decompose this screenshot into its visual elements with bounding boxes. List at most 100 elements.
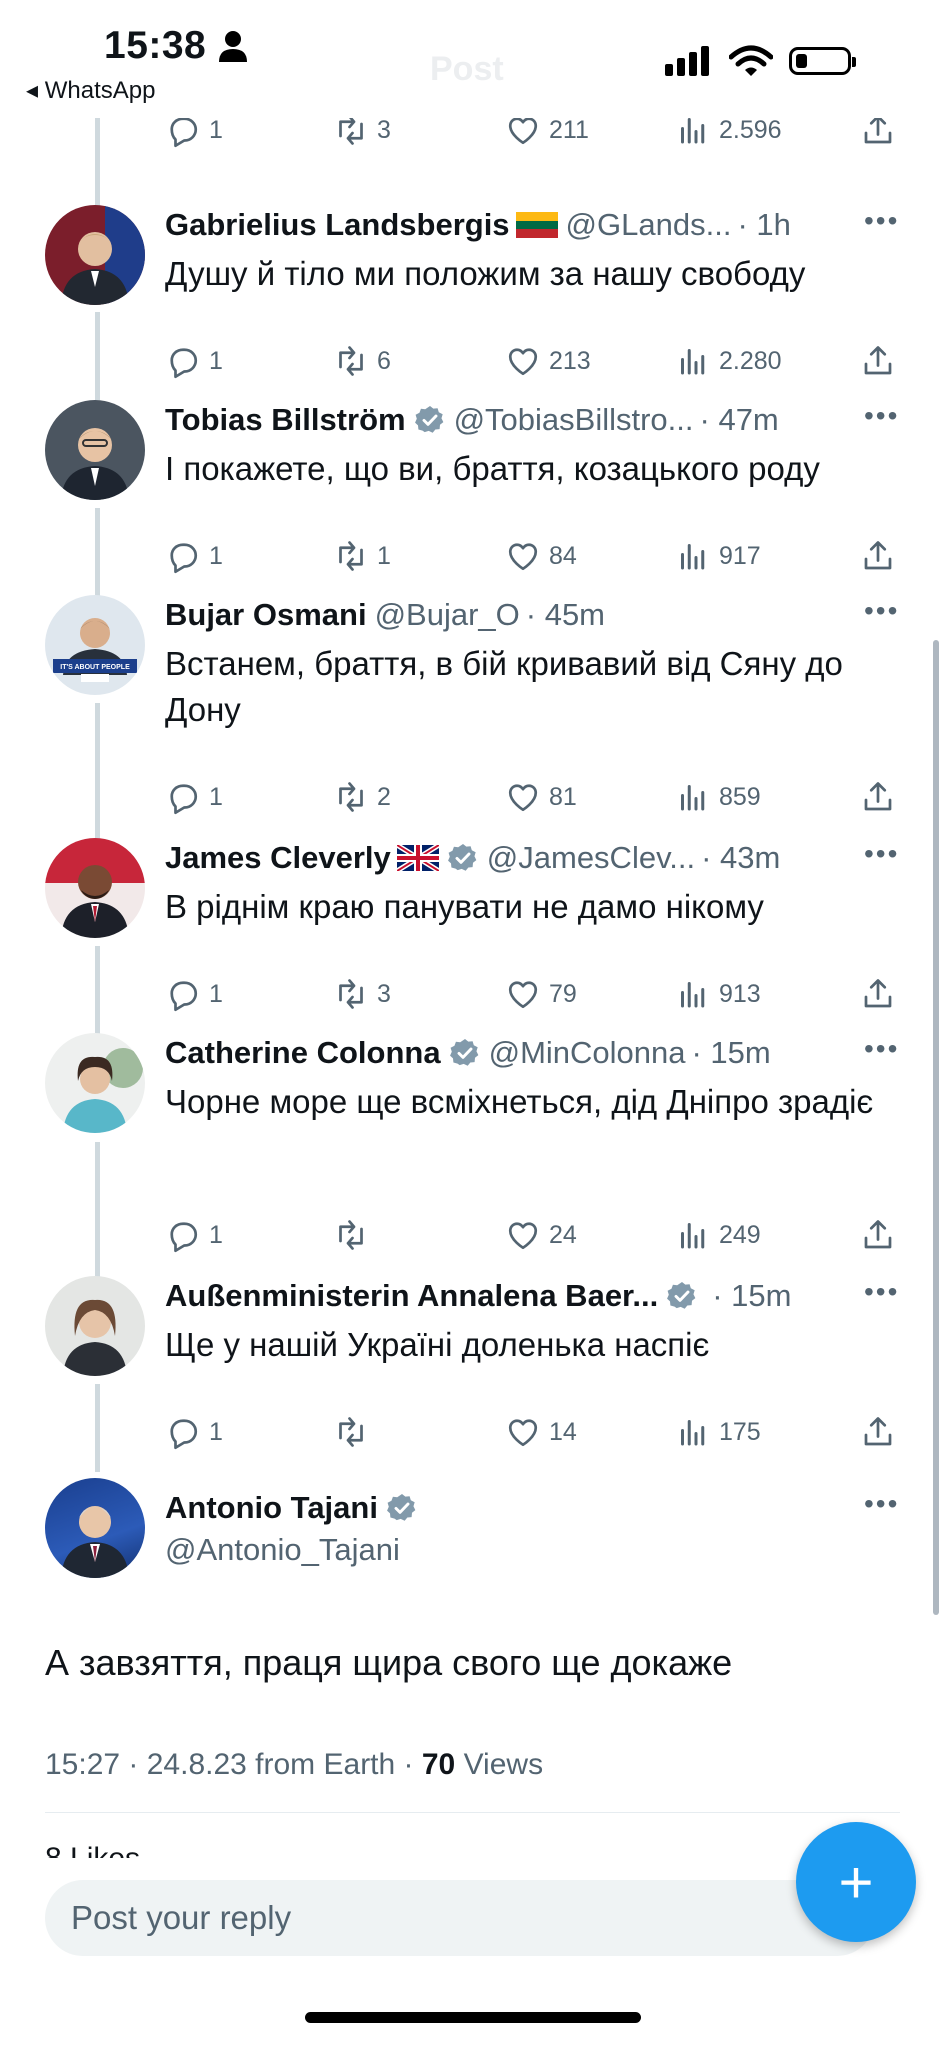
more-icon[interactable]: ••• [864,205,899,237]
like-icon [508,784,538,812]
share-button[interactable] [860,1217,896,1253]
views-button[interactable]: 175 [675,1414,761,1450]
tweet-header: Bujar Osmani @Bujar_O · 45m [165,597,605,633]
views-count: 249 [719,1220,761,1249]
author-handle[interactable]: @MinColonna [489,1035,686,1071]
avatar[interactable] [45,400,145,500]
likes-count[interactable]: 8 Likes [45,1842,140,1858]
like-button[interactable]: 213 [505,343,591,379]
views-icon [681,785,705,811]
avatar[interactable] [45,1033,145,1133]
views-button[interactable]: 913 [675,976,761,1012]
like-count: 211 [549,115,589,144]
tweet-time: · 15m [712,1278,792,1313]
scrollbar[interactable] [933,640,939,1615]
like-icon [508,1222,538,1250]
author-name[interactable]: Außenministerin Annalena Baer... [165,1278,658,1314]
more-icon[interactable]: ••• [864,838,899,870]
more-icon[interactable]: ••• [864,1276,899,1308]
svg-text:IT'S ABOUT PEOPLE: IT'S ABOUT PEOPLE [60,664,130,671]
author-handle[interactable]: @TobiasBillstro... [454,402,694,438]
back-to-app-link[interactable]: ◂ WhatsApp [26,76,155,105]
like-button[interactable]: 14 [505,1414,577,1450]
reply-button[interactable]: 1 [165,343,223,379]
more-icon[interactable]: ••• [864,400,899,432]
tweet-time: · 1h [737,207,791,242]
main-post-text: А завзяття, праця щира свого ще докаже [45,1642,733,1683]
reply-count: 1 [209,541,223,570]
thread-line [95,1142,100,1279]
author-name[interactable]: Gabrielius Landsbergis [165,207,510,243]
header-title: Post [430,50,504,88]
repost-icon [339,1220,363,1250]
more-icon[interactable]: ••• [864,1033,899,1065]
author-name[interactable]: Bujar Osmani [165,597,367,633]
reply-input[interactable]: Post your reply [45,1880,875,1956]
share-button[interactable] [860,538,896,574]
more-icon[interactable]: ••• [864,595,899,627]
like-button[interactable]: 79 [505,976,577,1012]
plus-icon: + [838,1848,874,1916]
divider [45,1812,900,1813]
share-button[interactable] [860,976,896,1012]
author-handle[interactable]: @Bujar_O [375,597,520,633]
tweet-header: James Cleverly @JamesClev... · 43m [165,840,780,876]
share-button[interactable] [860,343,896,379]
avatar[interactable] [45,205,145,305]
thread-line [95,703,100,840]
views-count: 917 [719,541,761,570]
repost-button[interactable] [333,1414,377,1450]
home-indicator[interactable] [305,2012,641,2023]
repost-button[interactable]: 2 [333,779,391,815]
reply-button[interactable]: 1 [165,976,223,1012]
share-button[interactable] [860,1414,896,1450]
author-handle[interactable]: @GLands... [566,207,732,243]
author-handle[interactable]: @Antonio_Tajani [165,1532,400,1568]
main-post-header: Antonio Tajani [165,1490,418,1526]
reply-button[interactable]: 1 [165,779,223,815]
repost-icon [339,782,363,812]
compose-button[interactable]: + [796,1822,916,1942]
author-handle[interactable]: @JamesClev... [487,840,695,876]
avatar[interactable] [45,1276,145,1376]
reply-button[interactable]: 1 [165,1217,223,1253]
reply-button[interactable]: 1 [165,1414,223,1450]
repost-button[interactable]: 1 [333,538,391,574]
like-button[interactable]: 24 [505,1217,577,1253]
like-icon [508,1419,538,1447]
more-icon[interactable]: ••• [864,1488,899,1520]
views-button[interactable]: 249 [675,1217,761,1253]
author-name[interactable]: Catherine Colonna [165,1035,441,1071]
views-button[interactable]: 859 [675,779,761,815]
views-button[interactable]: 2.280 [675,343,782,379]
repost-count: 3 [377,115,391,144]
post-timestamp: 15:27 · 24.8.23 from Earth · [45,1748,422,1781]
reply-icon [170,543,198,574]
avatar[interactable] [45,838,145,938]
repost-count: 3 [377,979,391,1008]
share-icon [864,1220,892,1249]
like-count: 81 [549,782,577,811]
reply-button[interactable]: 1 [165,538,223,574]
avatar[interactable] [45,1478,145,1578]
views-count: 913 [719,979,761,1008]
author-name[interactable]: Tobias Billström [165,402,406,438]
share-button[interactable] [860,779,896,815]
repost-button[interactable]: 6 [333,343,391,379]
author-name[interactable]: James Cleverly [165,840,391,876]
repost-icon [339,979,363,1009]
views-icon [681,349,705,375]
clock: 15:38 [104,24,207,67]
like-button[interactable]: 84 [505,538,577,574]
tweet-text: Ще у нашій Україні доленька наспіє [165,1326,710,1363]
like-icon [508,543,538,571]
like-button[interactable]: 81 [505,779,577,815]
tweet-header: Gabrielius Landsbergis @GLands... · 1h [165,207,791,243]
reply-count: 1 [209,782,223,811]
repost-button[interactable] [333,1217,377,1253]
avatar[interactable]: IT'S ABOUT PEOPLE [45,595,145,695]
repost-button[interactable]: 3 [333,976,391,1012]
views-button[interactable]: 917 [675,538,761,574]
share-icon [864,346,892,375]
author-name[interactable]: Antonio Tajani [165,1490,378,1526]
